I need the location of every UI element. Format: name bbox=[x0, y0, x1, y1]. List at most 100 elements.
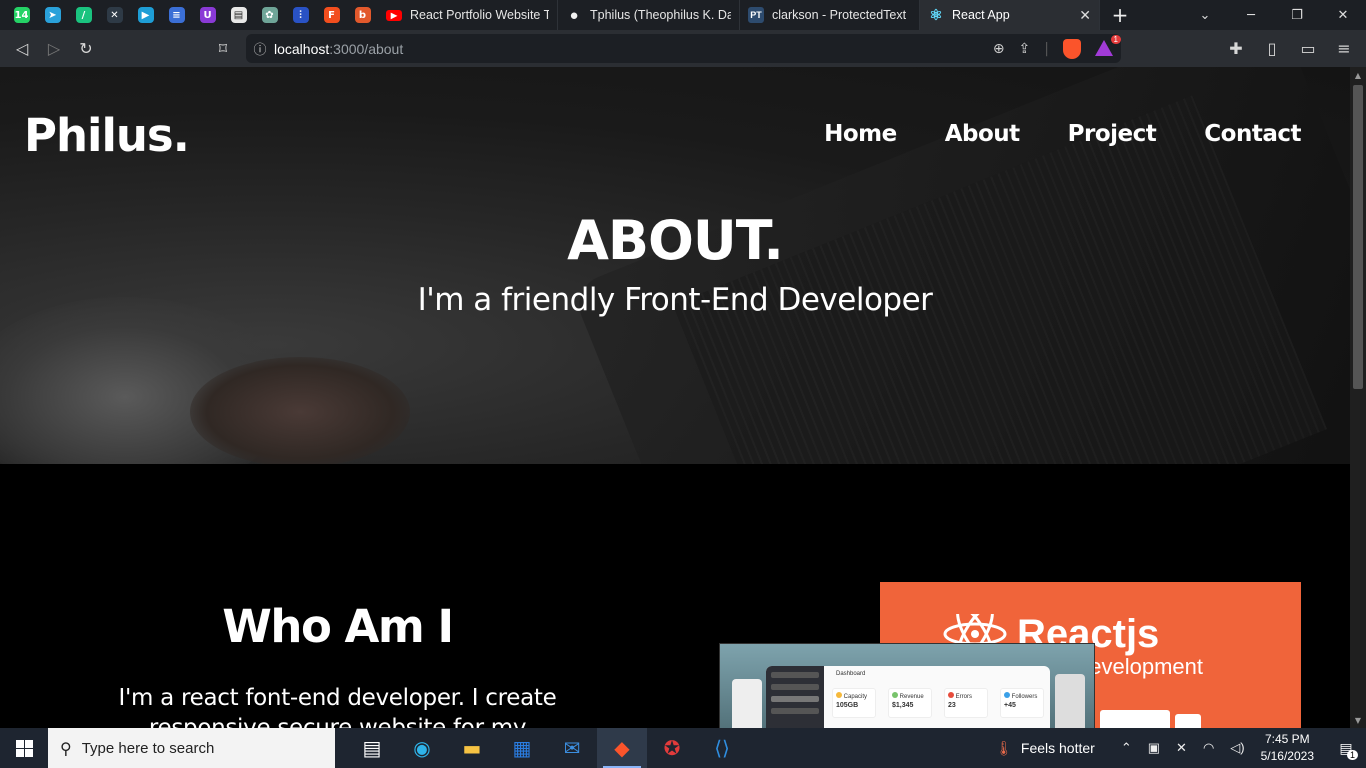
reload-icon[interactable]: ↻ bbox=[70, 34, 102, 64]
react-icon: ⚛ bbox=[929, 7, 943, 24]
start-button[interactable] bbox=[0, 728, 48, 768]
pinned-tab[interactable]: F bbox=[316, 0, 347, 30]
scroll-down-icon[interactable]: ▼ bbox=[1350, 712, 1366, 728]
brave-icon[interactable]: ◆ bbox=[597, 728, 647, 768]
pinned-tab[interactable]: ➤ bbox=[37, 0, 68, 30]
windows-logo-icon bbox=[15, 739, 33, 757]
dashboard-project-image: Dashboard Capacity 105GB Revenue $1,345 Er… bbox=[719, 643, 1095, 728]
scrollbar-thumb[interactable] bbox=[1353, 85, 1363, 389]
tab-label: clarkson - ProtectedText bbox=[772, 8, 907, 22]
brave-rewards-icon[interactable]: 1 bbox=[1095, 34, 1121, 58]
b-app-icon: b bbox=[354, 7, 371, 23]
who-am-i-text: I'm a react font-end developer. I create… bbox=[118, 685, 557, 728]
tab[interactable]: PT clarkson - ProtectedText bbox=[740, 0, 920, 30]
tab-active[interactable]: ⚛ React App ✕ bbox=[920, 0, 1100, 30]
github-icon: ● bbox=[569, 6, 579, 24]
search-icon: ⚲ bbox=[60, 738, 72, 758]
nav-link-project[interactable]: Project bbox=[1068, 121, 1157, 147]
pinned-tab[interactable]: ▤ bbox=[223, 0, 254, 30]
youtube-icon: ▶ bbox=[386, 9, 402, 21]
notification-center-icon[interactable]: ▤ 1 bbox=[1326, 728, 1366, 768]
hero-section: Philus. Home About Project Contact ABOUT. I… bbox=[0, 67, 1350, 464]
weather-text: Feels hotter bbox=[1020, 740, 1095, 756]
search-placeholder: Type here to search bbox=[81, 739, 215, 757]
chevron-up-icon[interactable]: ⌃ bbox=[1121, 740, 1132, 756]
web-page: Philus. Home About Project Contact ABOUT. I… bbox=[0, 67, 1366, 728]
dashboard-stat-card: Errors 23 bbox=[944, 688, 988, 718]
pinned-tab[interactable]: ✕ bbox=[99, 0, 130, 30]
play-icon: ▶ bbox=[137, 7, 154, 23]
whatsapp-icon: 14 bbox=[13, 7, 30, 23]
close-window-button[interactable]: ✕ bbox=[1320, 0, 1366, 30]
clock-date: 5/16/2023 bbox=[1260, 749, 1314, 763]
new-tab-button[interactable]: + bbox=[1100, 0, 1140, 30]
windows-taskbar: ⚲ Type here to search ▤ ◉ ▬ ▦ ✉ ◆ ✪ ⟨⟩ 🌡 Feels … bbox=[0, 728, 1366, 768]
bars-icon: ⫶ bbox=[292, 7, 309, 23]
game-icon[interactable]: ✪ bbox=[647, 728, 697, 768]
tab-label: Tphilus (Theophilus K. Dadz bbox=[590, 8, 731, 22]
bookmark-icon[interactable]: ⌑ bbox=[207, 34, 239, 64]
wifi-icon[interactable]: ◠ bbox=[1203, 740, 1214, 756]
window-controls: ⌄ ─ ❐ ✕ bbox=[1182, 0, 1366, 30]
task-view-icon[interactable]: ▤ bbox=[347, 728, 397, 768]
notification-badge: 1 bbox=[1346, 750, 1358, 760]
minimize-button[interactable]: ─ bbox=[1228, 0, 1274, 30]
zoom-icon[interactable]: ⊕ bbox=[993, 41, 1005, 57]
site-info-icon[interactable]: ⓘ bbox=[246, 39, 274, 58]
site-nav: Home About Project Contact bbox=[824, 121, 1301, 147]
pinned-tab[interactable]: / bbox=[68, 0, 99, 30]
stat-value: 105GB bbox=[836, 702, 859, 709]
page-scrollbar[interactable]: ▲ ▼ bbox=[1350, 67, 1366, 728]
pinned-tab[interactable]: ⫶ bbox=[285, 0, 316, 30]
nav-link-contact[interactable]: Contact bbox=[1204, 121, 1301, 147]
hero-background-shadow bbox=[190, 357, 410, 464]
page-title: ABOUT. bbox=[567, 209, 784, 272]
nav-link-home[interactable]: Home bbox=[824, 121, 897, 147]
tab-list: ▶ React Portfolio Website Tut ● Tphilus (Th… bbox=[378, 0, 920, 30]
extensions-icon[interactable]: ✚ bbox=[1220, 33, 1252, 63]
vscode-icon[interactable]: ⟨⟩ bbox=[697, 728, 747, 768]
clock[interactable]: 7:45 PM 5/16/2023 bbox=[1261, 731, 1314, 765]
tab[interactable]: ● Tphilus (Theophilus K. Dadz bbox=[558, 0, 740, 30]
edge-icon[interactable]: ◉ bbox=[397, 728, 447, 768]
language-icon[interactable]: ✕ bbox=[1176, 740, 1187, 756]
weather-widget[interactable]: 🌡 Feels hotter bbox=[995, 740, 1095, 757]
brave-shields-icon[interactable] bbox=[1063, 38, 1081, 59]
pinned-tab[interactable]: 14 bbox=[6, 0, 37, 30]
tab[interactable]: ▶ React Portfolio Website Tut bbox=[378, 0, 558, 30]
sidebar-icon[interactable]: ▯ bbox=[1256, 33, 1288, 63]
mini-screenshot bbox=[1175, 714, 1201, 728]
close-tab-icon[interactable]: ✕ bbox=[1071, 7, 1091, 24]
tab-search-icon[interactable]: ⌄ bbox=[1182, 0, 1228, 30]
url-text[interactable]: localhost:3000/about bbox=[274, 41, 403, 57]
pinned-tab[interactable]: b bbox=[347, 0, 378, 30]
pinned-tab[interactable]: ▶ bbox=[130, 0, 161, 30]
forward-icon[interactable]: ▷ bbox=[38, 34, 70, 64]
rewards-badge: 1 bbox=[1110, 34, 1121, 44]
meet-now-icon[interactable]: ▣ bbox=[1148, 740, 1160, 756]
ms-store-icon[interactable]: ▦ bbox=[497, 728, 547, 768]
dashboard-phone-mockup bbox=[732, 679, 762, 728]
x-tool-icon: ✕ bbox=[106, 7, 123, 23]
site-logo[interactable]: Philus. bbox=[24, 109, 190, 162]
volume-icon[interactable]: ◁) bbox=[1230, 740, 1244, 756]
page-subtitle: I'm a friendly Front-End Developer bbox=[417, 282, 933, 318]
wallet-icon[interactable]: ▭ bbox=[1292, 33, 1324, 63]
pinned-tab[interactable]: ≡ bbox=[161, 0, 192, 30]
menu-icon[interactable]: ≡ bbox=[1328, 33, 1360, 63]
restore-button[interactable]: ❐ bbox=[1274, 0, 1320, 30]
stat-label: Errors bbox=[955, 694, 973, 700]
address-bar[interactable]: ⓘ localhost:3000/about ⊕ ⇪ | 1 bbox=[246, 34, 1121, 63]
mail-icon[interactable]: ✉ bbox=[547, 728, 597, 768]
share-icon[interactable]: ⇪ bbox=[1019, 41, 1031, 57]
nav-link-about[interactable]: About bbox=[945, 121, 1020, 147]
dashboard-sidebar bbox=[766, 666, 824, 728]
back-icon[interactable]: ◁ bbox=[6, 34, 38, 64]
pinned-tab[interactable]: ✿ bbox=[254, 0, 285, 30]
taskbar-search[interactable]: ⚲ Type here to search bbox=[48, 728, 335, 768]
scroll-up-icon[interactable]: ▲ bbox=[1350, 67, 1366, 83]
stat-value: $1,345 bbox=[892, 702, 914, 709]
pinned-tab[interactable]: U bbox=[192, 0, 223, 30]
slack-like-icon: / bbox=[75, 7, 92, 23]
file-explorer-icon[interactable]: ▬ bbox=[447, 728, 497, 768]
